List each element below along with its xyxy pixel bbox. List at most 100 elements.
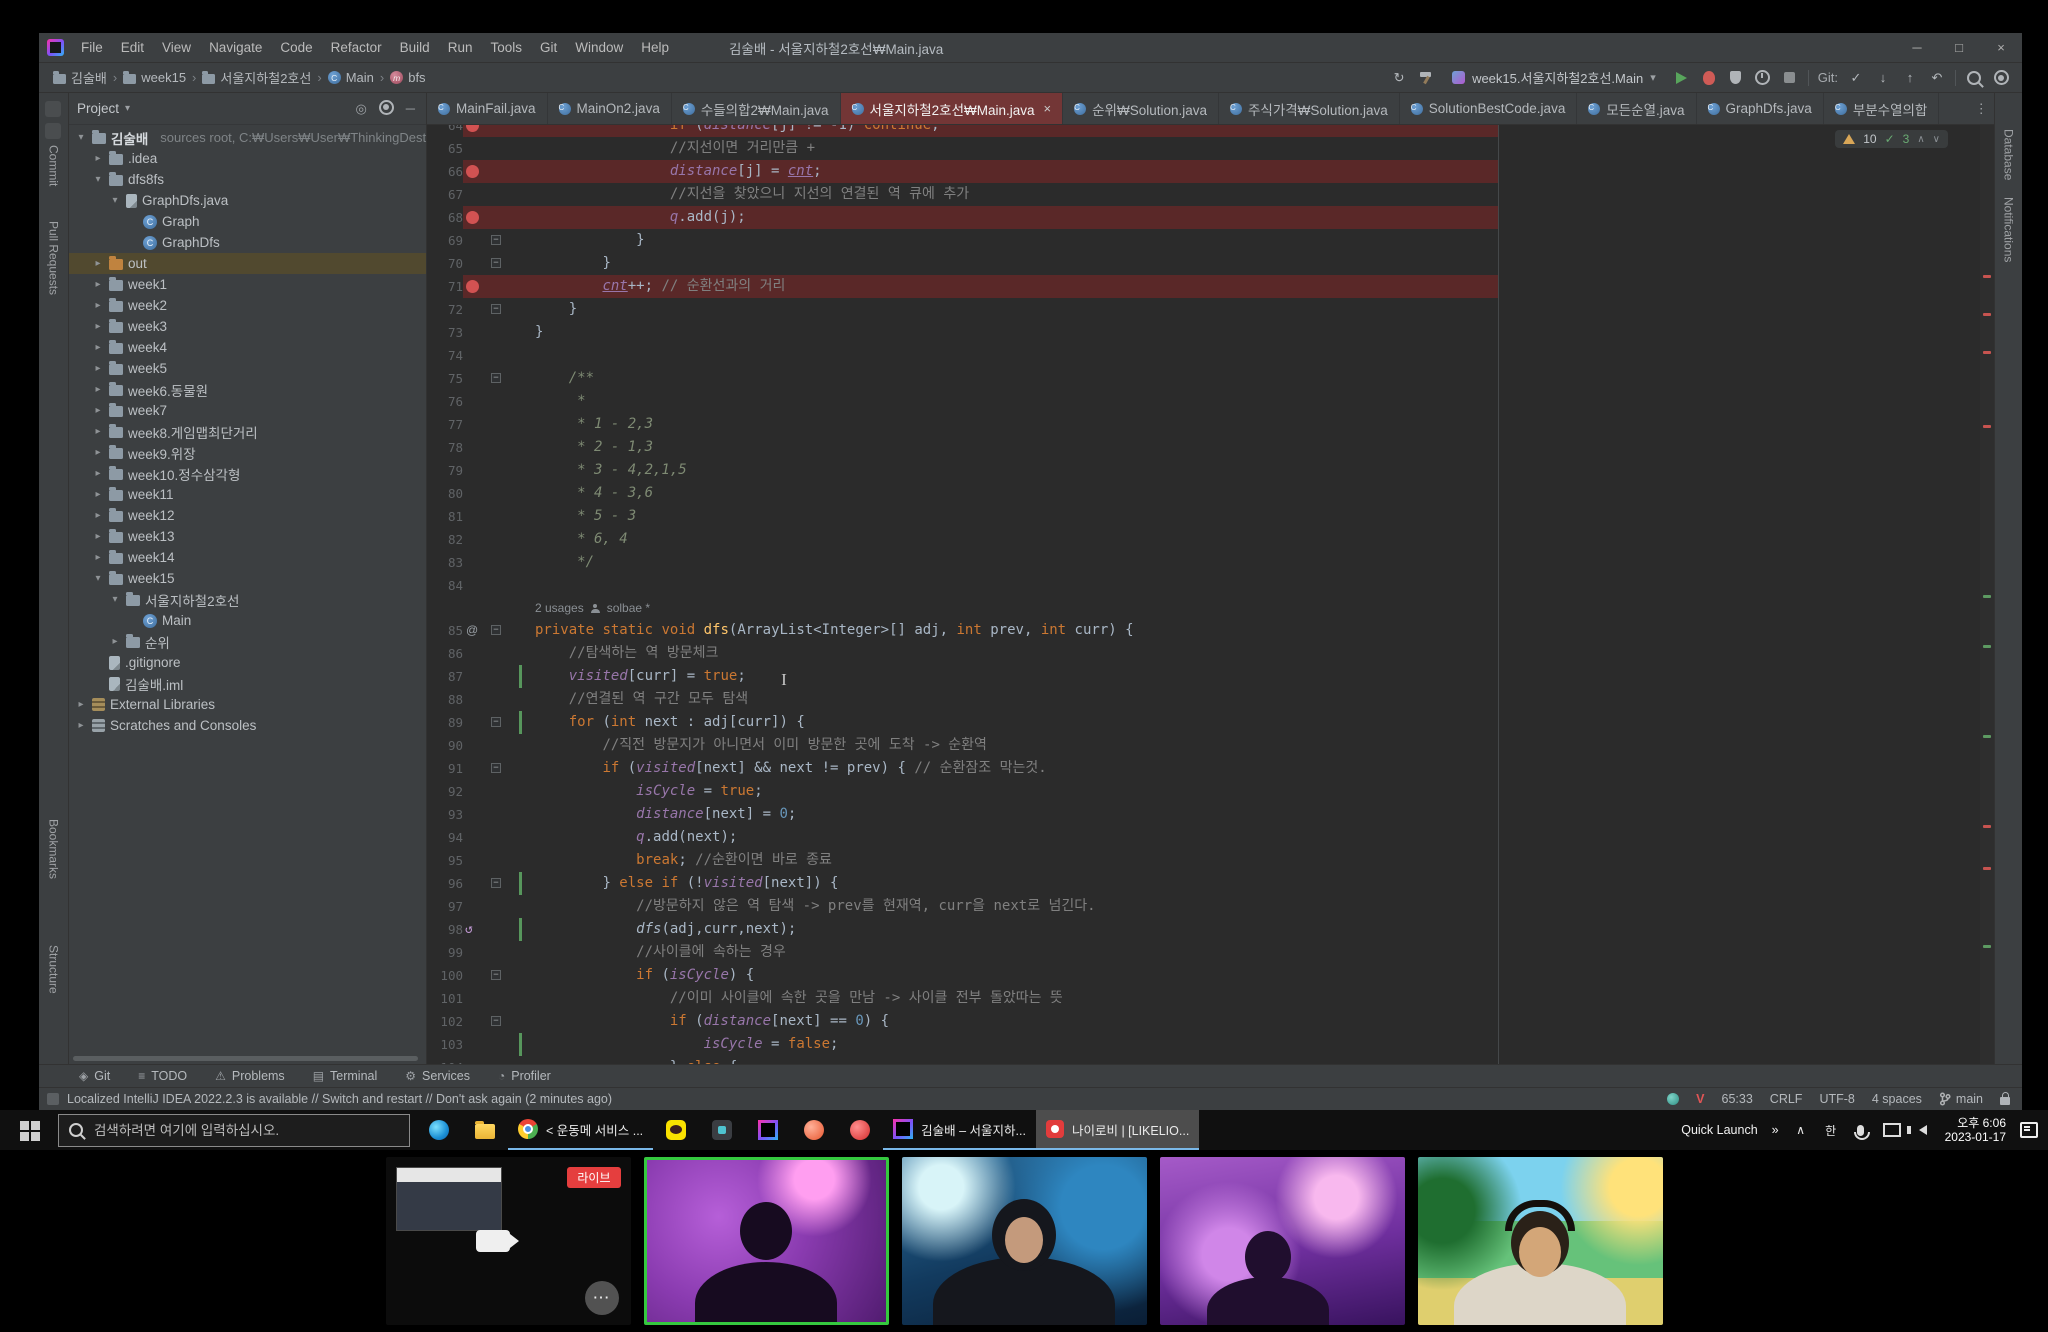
locate-file-icon[interactable]: ◎ xyxy=(352,101,369,117)
tree-item-17[interactable]: ▸week11 xyxy=(69,484,426,505)
close-icon[interactable]: × xyxy=(1044,101,1052,116)
git-branch-widget[interactable]: main xyxy=(1939,1092,1983,1106)
tree-expand-arrow[interactable]: ▸ xyxy=(92,153,104,164)
fold-icon[interactable]: − xyxy=(491,235,501,245)
tree-expand-arrow[interactable]: ▸ xyxy=(92,321,104,332)
minimize-button[interactable]: ─ xyxy=(1896,33,1938,62)
profiler-button[interactable] xyxy=(1754,68,1772,88)
ime-indicator[interactable]: 한 xyxy=(1823,1122,1839,1139)
run-config-selector[interactable]: week15.서울지하철2호선.Main ▾ xyxy=(1444,66,1664,89)
tree-item-23[interactable]: CMain xyxy=(69,610,426,631)
display-icon[interactable] xyxy=(1883,1123,1901,1137)
toolwindow-pull-requests[interactable]: Pull Requests xyxy=(47,221,61,295)
git-push-icon[interactable]: ↑ xyxy=(1901,68,1919,88)
toolwindow-profiler[interactable]: ◔Profiler xyxy=(498,1069,551,1083)
menu-code[interactable]: Code xyxy=(271,33,321,62)
fold-icon[interactable]: − xyxy=(491,970,501,980)
indent-style[interactable]: 4 spaces xyxy=(1872,1092,1922,1106)
tree-item-5[interactable]: CGraphDfs xyxy=(69,232,426,253)
code-editor[interactable]: 64 if (distance[j] != -1) continue;65 //… xyxy=(427,125,1994,1064)
tree-expand-arrow[interactable]: ▸ xyxy=(109,636,121,647)
search-input[interactable] xyxy=(92,1122,399,1139)
toolwindow-problems[interactable]: ⚠Problems xyxy=(215,1069,285,1083)
tree-item-6[interactable]: ▸out xyxy=(69,253,426,274)
quick-launch-label[interactable]: Quick Launch xyxy=(1681,1123,1757,1137)
breakpoint-icon[interactable] xyxy=(466,165,479,178)
menu-tools[interactable]: Tools xyxy=(481,33,531,62)
tree-item-19[interactable]: ▸week13 xyxy=(69,526,426,547)
tree-expand-arrow[interactable]: ▸ xyxy=(92,384,104,395)
start-button[interactable] xyxy=(0,1110,58,1150)
build-hammer-icon[interactable] xyxy=(1417,68,1435,88)
breadcrumb-item-3[interactable]: CMain xyxy=(328,70,374,85)
breakpoint-icon[interactable] xyxy=(466,125,479,132)
coverage-button[interactable] xyxy=(1727,68,1745,88)
taskbar-window-1[interactable]: 김술배 – 서울지하... xyxy=(883,1110,1036,1150)
menu-navigate[interactable]: Navigate xyxy=(200,33,271,62)
tree-item-12[interactable]: ▸week6.동물원 xyxy=(69,379,426,400)
taskbar-window-2[interactable]: 나이로비 | [LIKELIO... xyxy=(1036,1110,1199,1150)
error-stripe[interactable] xyxy=(1980,125,1994,1064)
tree-collapse-arrow[interactable]: ▾ xyxy=(75,132,87,143)
stop-button[interactable] xyxy=(1781,68,1799,88)
breadcrumb-item-4[interactable]: mbfs xyxy=(390,70,425,85)
inspections-widget[interactable]: 10 ✓ 3 ∧ ∨ xyxy=(1835,130,1948,148)
taskbar-icon-app-orange[interactable] xyxy=(791,1110,837,1150)
tab-1[interactable]: CMainOn2.java xyxy=(548,93,672,124)
tree-item-15[interactable]: ▸week9.위장 xyxy=(69,442,426,463)
tree-expand-arrow[interactable]: ▸ xyxy=(92,468,104,479)
tab-7[interactable]: C모든순열.java xyxy=(1577,93,1696,124)
tab-5[interactable]: C주식가격₩Solution.java xyxy=(1219,93,1400,124)
git-commit-check-icon[interactable]: ✓ xyxy=(1847,68,1865,88)
menu-view[interactable]: View xyxy=(153,33,200,62)
toolwindow-bookmarks[interactable]: Bookmarks xyxy=(47,819,61,879)
tree-item-1[interactable]: ▸.idea xyxy=(69,148,426,169)
taskbar-icon-kakaotalk[interactable] xyxy=(653,1110,699,1150)
tab-0[interactable]: CMainFail.java xyxy=(427,93,548,124)
tree-item-28[interactable]: ▸Scratches and Consoles xyxy=(69,715,426,736)
status-message[interactable]: Localized IntelliJ IDEA 2022.2.3 is avai… xyxy=(67,1092,612,1106)
tree-item-3[interactable]: ▾GraphDfs.java xyxy=(69,190,426,211)
project-hscrollbar[interactable] xyxy=(73,1056,418,1061)
tree-expand-arrow[interactable]: ▸ xyxy=(92,426,104,437)
tree-expand-arrow[interactable]: ▸ xyxy=(75,720,87,731)
stream-thumb-webcam-1[interactable] xyxy=(644,1157,889,1325)
lock-icon[interactable] xyxy=(2000,1097,2010,1105)
breadcrumb-item-0[interactable]: 김술배 xyxy=(53,68,107,87)
tree-item-14[interactable]: ▸week8.게임맵최단거리 xyxy=(69,421,426,442)
fold-icon[interactable]: − xyxy=(491,373,501,383)
tree-expand-arrow[interactable]: ▸ xyxy=(92,258,104,269)
tree-item-18[interactable]: ▸week12 xyxy=(69,505,426,526)
toolwindow-commit[interactable]: Commit xyxy=(47,145,61,186)
toolwindow-structure[interactable]: Structure xyxy=(47,945,61,994)
menu-edit[interactable]: Edit xyxy=(112,33,153,62)
fold-icon[interactable]: − xyxy=(491,763,501,773)
menu-window[interactable]: Window xyxy=(566,33,632,62)
prev-issue-icon[interactable]: ∧ xyxy=(1917,134,1924,145)
git-update-icon[interactable]: ↓ xyxy=(1874,68,1892,88)
tree-expand-arrow[interactable]: ▸ xyxy=(92,405,104,416)
tab-3[interactable]: C서울지하철2호선₩Main.java× xyxy=(841,93,1064,124)
tray-chevron-icon[interactable]: ∧ xyxy=(1793,1123,1809,1137)
git-rollback-icon[interactable]: ↶ xyxy=(1928,68,1946,88)
line-ending[interactable]: CRLF xyxy=(1770,1092,1803,1106)
close-button[interactable]: × xyxy=(1980,33,2022,62)
tree-item-24[interactable]: ▸순위 xyxy=(69,631,426,652)
vim-status-icon[interactable]: V xyxy=(1696,1092,1704,1106)
tree-item-13[interactable]: ▸week7 xyxy=(69,400,426,421)
tree-item-26[interactable]: 김술배.iml xyxy=(69,673,426,694)
stream-thumb-webcam-2[interactable] xyxy=(902,1157,1147,1325)
stream-thumb-webcam-3[interactable] xyxy=(1160,1157,1405,1325)
quick-launch-expand[interactable]: » xyxy=(1772,1123,1779,1137)
menu-file[interactable]: File xyxy=(72,33,112,62)
tree-item-21[interactable]: ▾week15 xyxy=(69,568,426,589)
menu-build[interactable]: Build xyxy=(391,33,439,62)
usage-hint[interactable]: 2 usagessolbae * xyxy=(427,597,1980,619)
tree-collapse-arrow[interactable]: ▾ xyxy=(92,174,104,185)
fold-icon[interactable]: − xyxy=(491,258,501,268)
fold-icon[interactable]: − xyxy=(491,304,501,314)
taskbar-icon-explorer[interactable] xyxy=(462,1110,508,1150)
menu-git[interactable]: Git xyxy=(531,33,566,62)
taskbar-search[interactable] xyxy=(58,1114,410,1147)
file-encoding[interactable]: UTF-8 xyxy=(1819,1092,1854,1106)
